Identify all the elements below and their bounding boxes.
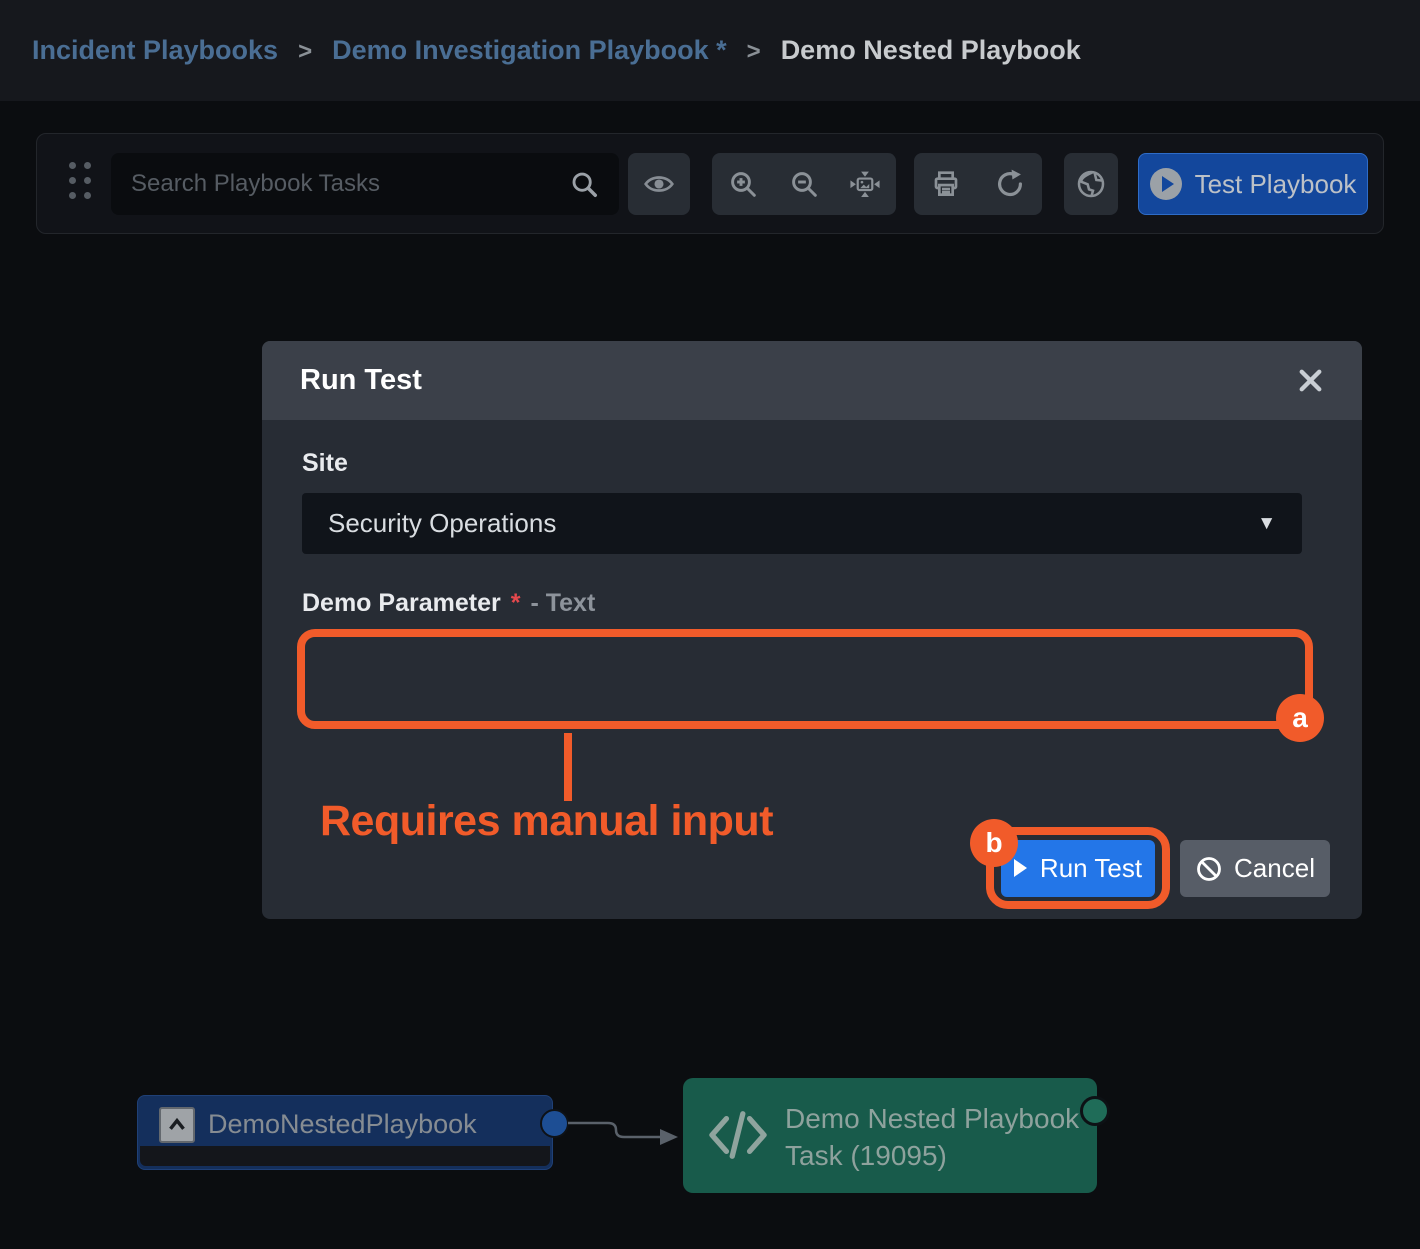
fit-to-screen-icon[interactable] [837, 153, 893, 215]
search-box [111, 153, 619, 215]
run-test-button[interactable]: Run Test [1001, 840, 1155, 897]
annotation-note: Requires manual input [320, 797, 773, 846]
play-circle-icon [1150, 168, 1182, 200]
node-label-line1: Demo Nested Playbook [785, 1100, 1079, 1137]
globe-button[interactable] [1064, 153, 1118, 215]
site-label: Site [302, 449, 348, 478]
print-refresh-group [914, 153, 1042, 215]
refresh-icon[interactable] [982, 153, 1038, 215]
cancel-label: Cancel [1234, 853, 1315, 884]
modal-header: Run Test [262, 341, 1362, 420]
top-bar: Incident Playbooks > Demo Investigation … [0, 0, 1420, 101]
breadcrumb-current-page: Demo Nested Playbook [781, 35, 1081, 66]
site-select-value: Security Operations [328, 508, 556, 539]
chevron-right-icon: > [298, 36, 312, 66]
play-icon [1014, 859, 1027, 877]
print-icon[interactable] [918, 153, 974, 215]
parameter-input-highlight [297, 629, 1313, 729]
output-port[interactable] [1080, 1096, 1110, 1126]
modal-title: Run Test [300, 364, 422, 397]
code-icon [707, 1108, 769, 1167]
cancel-button[interactable]: Cancel [1180, 840, 1330, 897]
required-asterisk: * [511, 589, 521, 618]
globe-icon [1075, 168, 1107, 200]
node-label: DemoNestedPlaybook [208, 1109, 477, 1140]
eye-icon [643, 168, 675, 200]
cancel-icon [1195, 855, 1223, 883]
zoom-in-icon[interactable] [715, 153, 771, 215]
annotation-badge-a: a [1276, 694, 1324, 742]
node-label-line2: Task (19095) [785, 1137, 1079, 1174]
node-footer-strip [140, 1146, 550, 1166]
chevron-down-icon: ▼ [1257, 513, 1276, 535]
parameter-name-label: Demo Parameter [302, 589, 501, 618]
parameter-type-label: - Text [530, 589, 595, 618]
zoom-controls-group [712, 153, 896, 215]
node-demo-nested-playbook-task[interactable]: Demo Nested Playbook Task (19095) [683, 1078, 1097, 1193]
zoom-out-icon[interactable] [776, 153, 832, 215]
playbook-toolbar: Test Playbook [36, 133, 1384, 234]
demo-parameter-input[interactable] [305, 637, 1305, 721]
annotation-badge-b: b [970, 819, 1018, 867]
drag-handle-icon[interactable] [69, 162, 91, 199]
annotation-connector-line [564, 733, 572, 801]
run-test-modal: Run Test Site Security Operations ▼ Demo… [262, 341, 1362, 919]
test-playbook-button[interactable]: Test Playbook [1138, 153, 1368, 215]
node-label: Demo Nested Playbook Task (19095) [785, 1100, 1079, 1174]
collapse-chevron-icon [159, 1107, 195, 1143]
node-demo-nested-playbook[interactable]: DemoNestedPlaybook [137, 1095, 553, 1170]
toggle-visibility-button[interactable] [628, 153, 690, 215]
close-icon[interactable] [1297, 367, 1324, 394]
search-input[interactable] [131, 170, 569, 198]
search-icon [569, 169, 599, 199]
parameter-label-row: Demo Parameter * - Text [302, 589, 595, 618]
test-playbook-label: Test Playbook [1195, 169, 1357, 200]
chevron-right-icon: > [747, 36, 761, 66]
edge-connector [564, 1108, 688, 1152]
breadcrumb: Incident Playbooks > Demo Investigation … [0, 0, 1420, 101]
breadcrumb-incident-playbooks[interactable]: Incident Playbooks [32, 35, 278, 66]
playbook-editor-page: Incident Playbooks > Demo Investigation … [0, 0, 1420, 1249]
run-test-label: Run Test [1040, 853, 1142, 884]
site-select[interactable]: Security Operations ▼ [302, 493, 1302, 554]
breadcrumb-demo-investigation-playbook[interactable]: Demo Investigation Playbook * [332, 35, 727, 66]
